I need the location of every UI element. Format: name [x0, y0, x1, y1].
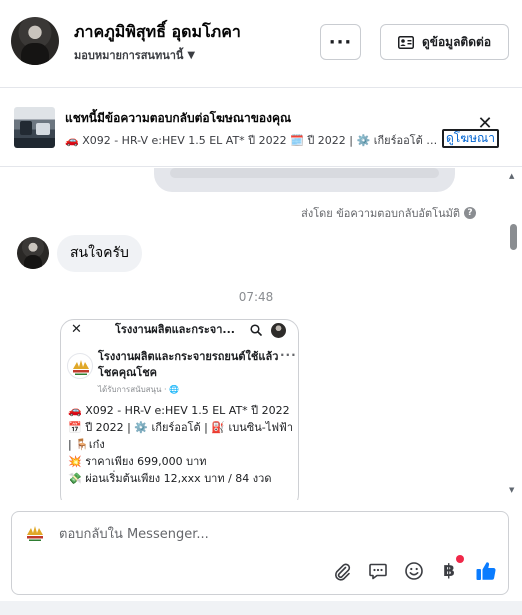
previous-message-bubble: [154, 168, 455, 192]
thread-scrollbar[interactable]: [507, 168, 521, 500]
screenshot-page-name: โรงงานผลิตและกระจายรถยนต์ใช้แล้ว โชคคุณโ…: [98, 350, 279, 379]
screenshot-close-icon: ✕: [71, 322, 82, 337]
reply-input[interactable]: [59, 525, 489, 543]
help-icon[interactable]: ?: [464, 207, 476, 219]
message-timestamp: 07:48: [238, 290, 274, 304]
sent-by-label: ส่งโดย ข้อความตอบกลับอัตโนมัติ: [301, 207, 460, 220]
message-thread[interactable]: ส่งโดย ข้อความตอบกลับอัตโนมัติ ? สนใจครั…: [0, 168, 522, 500]
view-ad-link[interactable]: ดูโฆษณา: [442, 129, 499, 148]
page-logo: [67, 353, 93, 379]
conversation-header: ภาคภูมิพิสุทธิ์ อุดมโภคา มอบหมายการสนทนา…: [0, 0, 522, 88]
emoji-icon[interactable]: [403, 560, 425, 582]
view-contact-info-button[interactable]: ดูข้อมูลติดต่อ: [380, 24, 509, 60]
thumbs-up-icon[interactable]: [475, 560, 497, 582]
assign-conversation-label: มอบหมายการสนทนานี้: [74, 49, 184, 62]
ad-thumbnail: [14, 107, 55, 148]
screenshot-avatar: [271, 323, 286, 338]
reply-composer: ฿: [11, 511, 509, 595]
scroll-up-arrow-icon[interactable]: ▲: [509, 172, 514, 180]
ad-reply-banner: แชทนี้มีข้อความตอบกลับต่อโฆษณาของคุณ 🚗 X…: [0, 89, 522, 167]
scrollbar-thumb[interactable]: [510, 224, 517, 250]
ad-banner-title: แชทนี้มีข้อความตอบกลับต่อโฆษณาของคุณ: [65, 111, 292, 125]
auto-reply-note: ส่งโดย ข้อความตอบกลับอัตโนมัติ ?: [301, 204, 476, 222]
contact-name[interactable]: ภาคภูมิพิสุทธิ์ อุดมโภคา: [74, 20, 241, 45]
post-line: 💸 ผ่อนเริ่มต้นเพียง 12,xxx บาท / 84 งวด: [68, 472, 272, 485]
post-line: 📅 ปี 2022 | ⚙️ เกียร์ออโต้ | ⛽ เบนซิน-ไฟ…: [68, 421, 293, 451]
screenshot-post-text: 🚗 X092 - HR-V e:HEV 1.5 EL AT* ปี 2022 📅…: [68, 402, 298, 487]
page-logo-icon: [27, 526, 43, 541]
screenshot-page-title: โรงงานผลิตและกระจา...: [115, 323, 235, 336]
scroll-down-arrow-icon[interactable]: ▼: [509, 486, 514, 494]
contact-card-icon: [397, 35, 414, 49]
screenshot-top-bar: ✕ โรงงานผลิตและกระจา...: [61, 320, 298, 340]
contact-avatar[interactable]: [11, 17, 59, 65]
search-icon: [250, 324, 262, 336]
incoming-message-bubble[interactable]: สนใจครับ: [57, 235, 142, 272]
shared-screenshot-image[interactable]: ✕ โรงงานผลิตและกระจา... โรงงานผลิตและกระ…: [60, 319, 299, 500]
more-options-button[interactable]: ···: [320, 24, 361, 60]
saved-reply-icon[interactable]: [367, 560, 389, 582]
ad-banner-detail: 🚗 X092 - HR-V e:HEV 1.5 EL AT* ปี 2022 🗓…: [65, 134, 438, 147]
notification-dot: [456, 555, 464, 563]
sponsored-label: ได้รับการสนับสนุน · 🌐: [98, 385, 180, 394]
caret-down-icon: ▼: [187, 49, 196, 61]
baht-payment-icon[interactable]: ฿: [438, 560, 460, 582]
post-line: 💥 ราคาเพียง 699,000 บาท: [68, 455, 207, 468]
screenshot-more-icon: ···: [280, 348, 297, 362]
assign-conversation-dropdown[interactable]: มอบหมายการสนทนานี้ ▼: [74, 46, 195, 64]
view-contact-info-label: ดูข้อมูลติดต่อ: [421, 34, 492, 49]
sender-avatar: [17, 237, 49, 269]
bottom-edge: [0, 601, 522, 615]
paperclip-icon[interactable]: [331, 560, 353, 582]
post-line: 🚗 X092 - HR-V e:HEV 1.5 EL AT* ปี 2022: [68, 404, 290, 417]
more-options-label: ···: [328, 31, 353, 53]
